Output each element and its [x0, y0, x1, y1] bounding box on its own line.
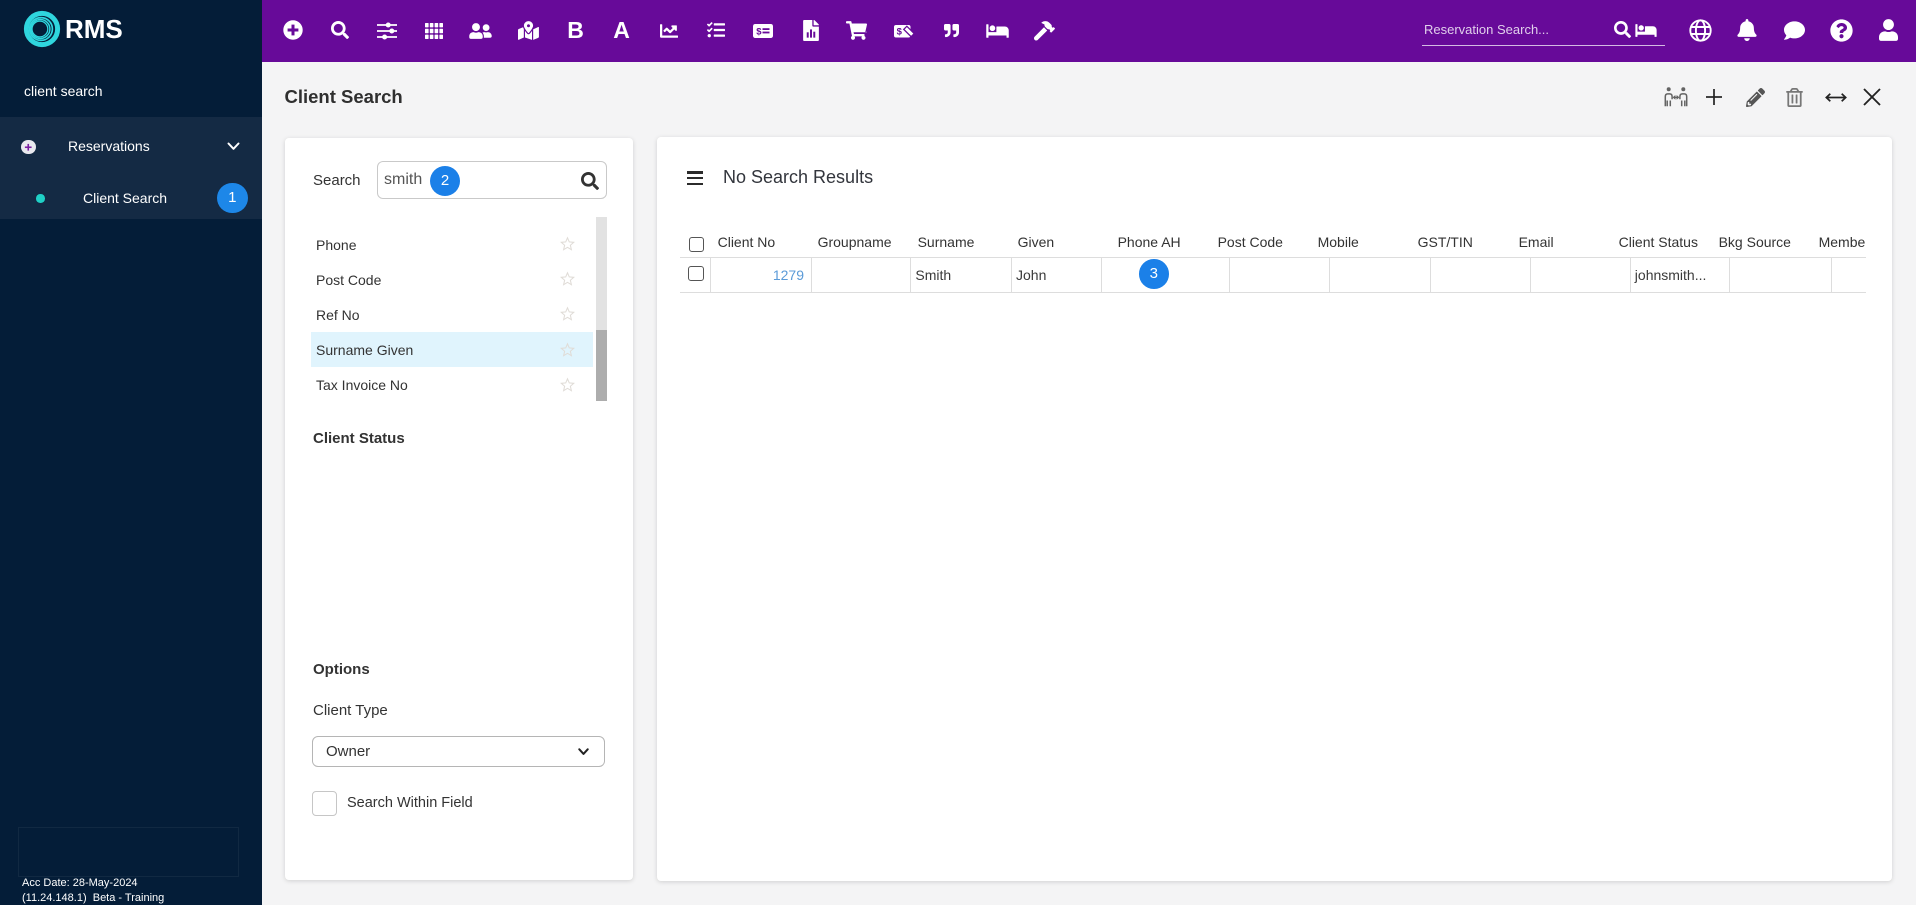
svg-text:$: $ — [756, 27, 762, 38]
svg-text:$: $ — [897, 27, 903, 38]
